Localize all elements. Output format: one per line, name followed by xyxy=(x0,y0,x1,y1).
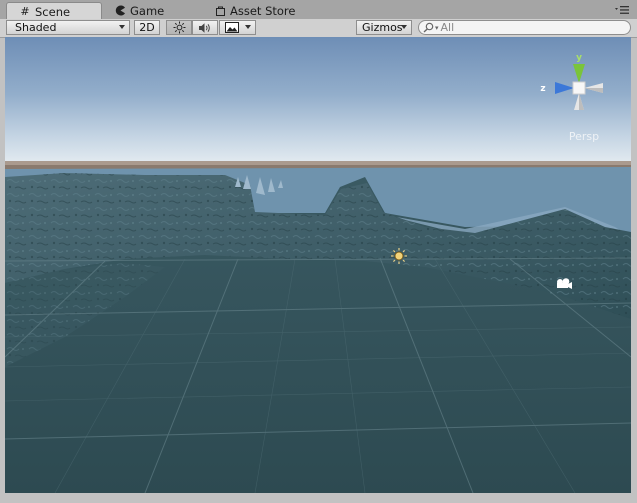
search-dropdown-icon: ▾ xyxy=(435,23,439,32)
scene-toolbar: Shaded 2D Gizmos ▾ All xyxy=(0,19,637,38)
search-icon xyxy=(423,22,434,33)
gizmos-dropdown[interactable]: Gizmos xyxy=(356,20,412,35)
chevron-down-icon xyxy=(401,25,407,29)
tab-bar: # Scene Game Asset Store xyxy=(0,0,637,20)
chevron-down-icon xyxy=(119,25,125,29)
gizmo-y-label: y xyxy=(576,53,582,63)
scene-lighting-toggle[interactable] xyxy=(166,20,192,35)
tab-scene-label: Scene xyxy=(35,4,71,19)
speaker-icon xyxy=(199,22,210,33)
menu-icon xyxy=(615,6,629,14)
chevron-down-icon xyxy=(245,25,251,29)
scene-effects-dropdown[interactable] xyxy=(219,20,256,35)
gizmo-z-label: z xyxy=(540,84,545,94)
2d-label: 2D xyxy=(139,21,155,34)
image-icon xyxy=(225,22,239,33)
tab-asset-store[interactable]: Asset Store xyxy=(202,2,322,19)
sun-icon xyxy=(173,21,185,34)
projection-label[interactable]: Persp xyxy=(569,130,599,143)
bag-icon xyxy=(214,5,226,17)
gizmos-label: Gizmos xyxy=(362,21,403,34)
shading-mode-label: Shaded xyxy=(15,21,57,34)
scene-audio-toggle[interactable] xyxy=(192,20,218,35)
window-bottom-border xyxy=(0,493,637,503)
tab-game-label: Game xyxy=(130,3,165,18)
tab-scene[interactable]: # Scene xyxy=(6,2,102,20)
tab-menu-button[interactable] xyxy=(615,5,629,15)
search-field[interactable]: ▾ All xyxy=(418,20,631,35)
shading-mode-dropdown[interactable]: Shaded xyxy=(6,20,130,35)
scene-canvas[interactable]: y z Persp xyxy=(5,37,631,493)
grid-icon: # xyxy=(20,5,30,18)
tab-asset-store-label: Asset Store xyxy=(230,3,296,18)
pacman-icon xyxy=(114,5,126,17)
scene-viewport[interactable]: y z Persp xyxy=(5,37,631,493)
2d-toggle-button[interactable]: 2D xyxy=(134,20,160,35)
search-placeholder: All xyxy=(440,21,455,34)
sky xyxy=(5,37,631,165)
tab-game[interactable]: Game xyxy=(102,2,202,19)
